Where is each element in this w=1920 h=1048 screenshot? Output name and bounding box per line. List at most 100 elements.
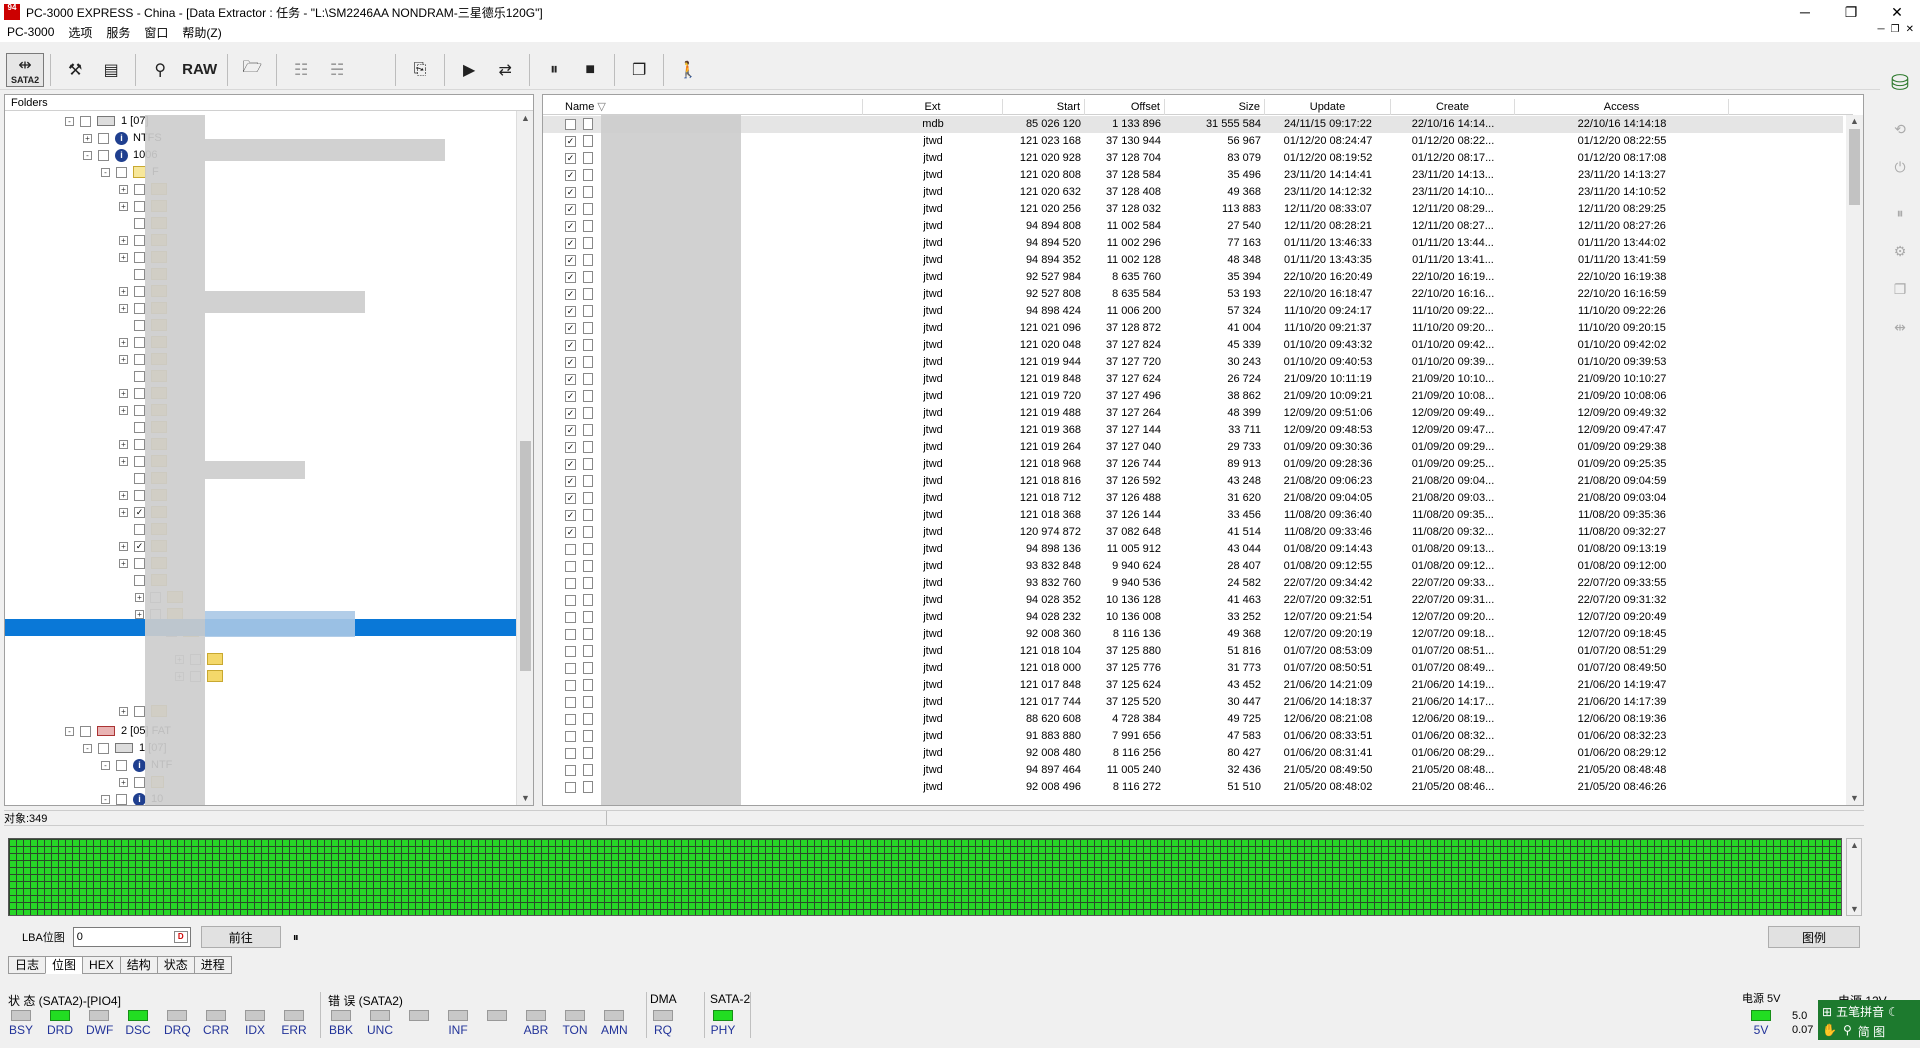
raw-button[interactable]: RAW	[178, 53, 221, 87]
checkbox[interactable]	[134, 523, 145, 535]
go-button[interactable]: 前往	[200, 926, 281, 948]
expand-icon[interactable]: +	[119, 439, 128, 449]
scroll-up-icon[interactable]: ▲	[521, 113, 530, 123]
checkbox[interactable]	[565, 764, 576, 776]
ime-hand-icon[interactable]: ✋	[1822, 1023, 1837, 1040]
expand-icon[interactable]: +	[119, 337, 128, 347]
menu-pc3000[interactable]: PC-3000	[0, 25, 61, 39]
checkbox[interactable]	[134, 705, 145, 717]
ime-items[interactable]: 简 图	[1858, 1023, 1885, 1040]
lba-bitmap-grid[interactable]	[8, 838, 1842, 916]
expand-icon[interactable]: +	[83, 133, 92, 143]
collapse-icon[interactable]: -	[101, 167, 110, 177]
checkbox[interactable]: ✓	[134, 540, 145, 552]
lba-input[interactable]: 0 D	[72, 927, 191, 947]
checkbox[interactable]: ✓	[565, 322, 576, 334]
ime-toolbar[interactable]: ⊞ 五笔拼音 ☾ ✋ ⚲ 简 图	[1818, 1000, 1920, 1040]
export-button[interactable]: ⎘	[402, 53, 438, 87]
tree-scrollbar[interactable]: ▲ ▼	[516, 111, 533, 805]
checkbox[interactable]: ✓	[565, 169, 576, 181]
checkbox[interactable]: ✓	[565, 254, 576, 266]
checkbox[interactable]	[98, 742, 109, 754]
binoculars-button[interactable]: ⚲	[142, 53, 178, 87]
pc3000-app-icon[interactable]: 94	[4, 4, 20, 20]
checkbox[interactable]	[565, 781, 576, 793]
expand-icon[interactable]: +	[119, 405, 128, 415]
tab-log[interactable]: 日志	[8, 956, 47, 974]
checkbox[interactable]	[134, 234, 145, 246]
checkbox[interactable]	[134, 200, 145, 212]
mdi-restore-button[interactable]: ❐	[1891, 24, 1900, 35]
checkbox[interactable]	[565, 730, 576, 742]
sata-port-button[interactable]: ⇹ SATA2	[6, 52, 45, 87]
expand-icon[interactable]: +	[119, 507, 128, 517]
expand-icon[interactable]: +	[119, 558, 128, 568]
tree-view-button[interactable]: ☷	[283, 53, 319, 87]
checkbox[interactable]	[134, 251, 145, 263]
checkbox[interactable]: ✓	[565, 492, 576, 504]
collapse-icon[interactable]: -	[65, 116, 74, 126]
checkbox[interactable]	[116, 793, 127, 805]
checkbox[interactable]	[116, 759, 127, 771]
checkbox[interactable]	[565, 747, 576, 759]
collapse-icon[interactable]: -	[83, 150, 92, 160]
checkbox[interactable]: ✓	[565, 390, 576, 402]
checkbox[interactable]: ✓	[565, 186, 576, 198]
expand-icon[interactable]: +	[119, 235, 128, 245]
tools-button[interactable]: ⚒	[57, 53, 93, 87]
tab-process[interactable]: 进程	[193, 956, 232, 974]
checkbox[interactable]: ✓	[565, 441, 576, 453]
expand-icon[interactable]: +	[119, 184, 128, 194]
checkbox[interactable]	[565, 679, 576, 691]
tab-structure[interactable]: 结构	[119, 956, 158, 974]
checkbox[interactable]: ✓	[565, 407, 576, 419]
close-button[interactable]: ✕	[1874, 0, 1920, 24]
checkbox[interactable]	[116, 166, 127, 178]
col-create[interactable]: Create	[1391, 99, 1515, 115]
expand-icon[interactable]: +	[119, 706, 128, 716]
checkbox[interactable]	[565, 118, 576, 130]
bitmap-pause-icon[interactable]: ⏸	[293, 930, 299, 945]
checkbox[interactable]: ✓	[565, 203, 576, 215]
checkbox[interactable]	[134, 268, 145, 280]
checkbox[interactable]	[80, 115, 91, 127]
list-scroll-thumb[interactable]	[1849, 129, 1860, 205]
checkbox[interactable]	[565, 577, 576, 589]
checkbox[interactable]	[565, 645, 576, 657]
expand-icon[interactable]: +	[119, 286, 128, 296]
checkbox[interactable]	[98, 149, 109, 161]
checkbox[interactable]: ✓	[565, 305, 576, 317]
checkbox[interactable]	[565, 611, 576, 623]
expand-icon[interactable]: +	[135, 609, 144, 619]
collapse-icon[interactable]: -	[101, 760, 110, 770]
checkbox[interactable]: ✓	[134, 506, 145, 518]
checkbox[interactable]	[134, 404, 145, 416]
checkbox[interactable]: ✓	[565, 373, 576, 385]
expand-icon[interactable]: +	[119, 354, 128, 364]
database-icon[interactable]: ⛁	[1886, 70, 1914, 96]
legend-button[interactable]: 图例	[1768, 926, 1860, 948]
checkbox[interactable]	[134, 489, 145, 501]
reset-icon[interactable]: ⟲	[1886, 116, 1914, 142]
col-size[interactable]: Size	[1165, 99, 1265, 115]
checkbox[interactable]: ✓	[565, 509, 576, 521]
checkbox[interactable]	[565, 696, 576, 708]
bitmap-scrollbar[interactable]: ▲ ▼	[1846, 838, 1862, 916]
checkbox[interactable]: ✓	[565, 288, 576, 300]
maximize-button[interactable]: ❐	[1828, 0, 1874, 24]
scroll-down-icon[interactable]: ▼	[1850, 793, 1859, 803]
checkbox[interactable]	[134, 455, 145, 467]
checkbox[interactable]	[134, 421, 145, 433]
network-button[interactable]: ⇄	[487, 53, 523, 87]
checkbox[interactable]	[134, 353, 145, 365]
expand-icon[interactable]: +	[119, 388, 128, 398]
checkbox[interactable]: ✓	[565, 237, 576, 249]
checkbox[interactable]	[134, 183, 145, 195]
col-access[interactable]: Access	[1515, 99, 1729, 115]
copy-side-icon[interactable]: ❐	[1886, 276, 1914, 302]
tree-item[interactable]: -1 [07]	[65, 113, 149, 130]
checkbox[interactable]: ✓	[565, 424, 576, 436]
expand-icon[interactable]: +	[119, 456, 128, 466]
connector-side-icon[interactable]: ⇹	[1886, 314, 1914, 340]
expand-icon[interactable]: +	[119, 777, 128, 787]
